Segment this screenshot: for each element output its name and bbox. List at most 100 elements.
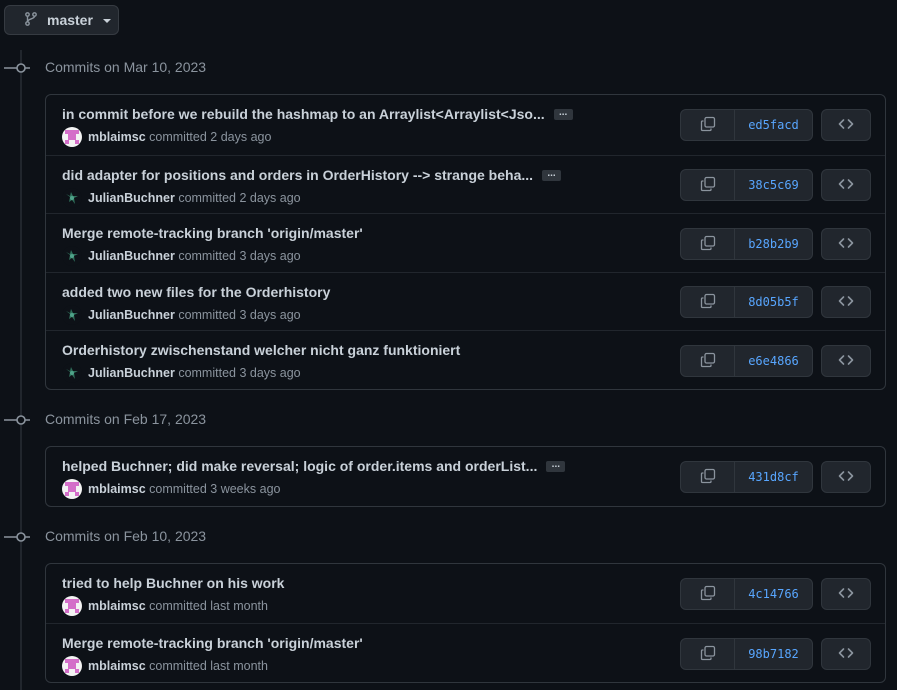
sha-button-group: ed5facd [680,109,813,141]
commit-sha-link[interactable]: 8d05b5f [735,287,812,317]
commit-group-date: Commits on Feb 17, 2023 [45,411,207,427]
commit-time: committed 3 weeks ago [149,482,281,496]
copy-sha-button[interactable] [681,229,735,259]
copy-sha-button[interactable] [681,462,735,492]
copy-sha-button[interactable] [681,170,735,200]
commit-meta-text: JulianBuchner committed 3 days ago [88,366,301,380]
copy-sha-button[interactable] [681,579,735,609]
commit-title-line: Merge remote-tracking branch 'origin/mas… [62,225,363,241]
commit-sha-link[interactable]: b28b2b9 [735,229,812,259]
commit-sha-link[interactable]: e6e4866 [735,346,812,376]
commit-meta-text: mblaimsc committed last month [88,659,268,673]
browse-repo-button[interactable] [821,461,871,493]
code-icon [838,585,854,604]
commit-sha-link[interactable]: 431d8cf [735,462,812,492]
avatar[interactable] [62,305,82,325]
commit-title-line: Merge remote-tracking branch 'origin/mas… [62,635,363,651]
avatar[interactable] [62,596,82,616]
commit-message-link[interactable]: did adapter for positions and orders in … [62,167,533,183]
commit-time: committed 3 days ago [178,366,301,380]
commit-time: committed 2 days ago [178,191,301,205]
browse-repo-button[interactable] [821,109,871,141]
timeline-line [20,50,22,690]
sha-button-group: 8d05b5f [680,286,813,318]
commit-sha-link[interactable]: 98b7182 [735,639,812,669]
commit-message-link[interactable]: added two new files for the Orderhistory [62,284,330,300]
author-link[interactable]: JulianBuchner [88,366,175,380]
copy-sha-button[interactable] [681,346,735,376]
commit-time: committed last month [149,659,268,673]
commit-message-link[interactable]: Merge remote-tracking branch 'origin/mas… [62,635,363,651]
commit-meta: mblaimsc committed last month [62,656,268,676]
expand-message-button[interactable]: ... [542,168,562,181]
browse-repo-button[interactable] [821,286,871,318]
copy-sha-button[interactable] [681,287,735,317]
commit-meta: JulianBuchner committed 3 days ago [62,305,301,325]
browse-repo-button[interactable] [821,638,871,670]
avatar[interactable] [62,363,82,383]
branch-select-button[interactable]: master [4,5,119,35]
author-link[interactable]: mblaimsc [88,130,146,144]
code-icon [838,645,854,664]
commit-sha-link[interactable]: ed5facd [735,110,812,140]
copy-icon [700,468,716,487]
commit-title-line: did adapter for positions and orders in … [62,167,562,183]
commit-title-line: Orderhistory zwischenstand welcher nicht… [62,342,460,358]
branch-name: master [47,12,93,28]
commit-group-box: tried to help Buchner on his work mblaims… [45,563,886,683]
author-link[interactable]: JulianBuchner [88,249,175,263]
sha-button-group: b28b2b9 [680,228,813,260]
avatar[interactable] [62,127,82,147]
commit-group-date: Commits on Mar 10, 2023 [45,59,207,75]
copy-icon [700,352,716,371]
commit-group-header: Commits on Feb 17, 2023 [0,410,400,430]
browse-repo-button[interactable] [821,578,871,610]
author-link[interactable]: JulianBuchner [88,308,175,322]
commit-group-box: helped Buchner; did make reversal; logic… [45,446,886,507]
commit-group-date: Commits on Feb 10, 2023 [45,528,207,544]
commit-meta: JulianBuchner committed 3 days ago [62,246,301,266]
commit-meta: JulianBuchner committed 2 days ago [62,188,301,208]
commit-time: committed 2 days ago [149,130,272,144]
commit-row: Orderhistory zwischenstand welcher nicht… [46,330,885,389]
commit-meta-text: JulianBuchner committed 3 days ago [88,308,301,322]
copy-icon [700,176,716,195]
commit-title-line: tried to help Buchner on his work [62,575,284,591]
avatar[interactable] [62,479,82,499]
commit-row: did adapter for positions and orders in … [46,155,885,213]
commit-message-link[interactable]: tried to help Buchner on his work [62,575,284,591]
copy-icon [700,235,716,254]
commit-row: in commit before we rebuild the hashmap … [46,95,885,155]
commit-row: Merge remote-tracking branch 'origin/mas… [46,623,885,682]
avatar[interactable] [62,656,82,676]
copy-sha-button[interactable] [681,110,735,140]
author-link[interactable]: mblaimsc [88,659,146,673]
browse-repo-button[interactable] [821,345,871,377]
browse-repo-button[interactable] [821,169,871,201]
commit-row: added two new files for the Orderhistory… [46,272,885,330]
copy-sha-button[interactable] [681,639,735,669]
commit-row: helped Buchner; did make reversal; logic… [46,447,885,506]
avatar[interactable] [62,246,82,266]
code-icon [838,116,854,135]
commit-meta-text: JulianBuchner committed 3 days ago [88,249,301,263]
commit-message-link[interactable]: in commit before we rebuild the hashmap … [62,106,545,122]
author-link[interactable]: JulianBuchner [88,191,175,205]
copy-icon [700,116,716,135]
commit-message-link[interactable]: helped Buchner; did make reversal; logic… [62,458,537,474]
commit-sha-link[interactable]: 38c5c69 [735,170,812,200]
author-link[interactable]: mblaimsc [88,482,146,496]
commit-time: committed last month [149,599,268,613]
browse-repo-button[interactable] [821,228,871,260]
copy-icon [700,585,716,604]
copy-icon [700,293,716,312]
commit-sha-link[interactable]: 4c14766 [735,579,812,609]
commit-meta-text: mblaimsc committed 2 days ago [88,130,271,144]
commit-message-link[interactable]: Orderhistory zwischenstand welcher nicht… [62,342,460,358]
commit-message-link[interactable]: Merge remote-tracking branch 'origin/mas… [62,225,363,241]
expand-message-button[interactable]: ... [546,459,566,472]
avatar[interactable] [62,188,82,208]
commit-meta: mblaimsc committed 3 weeks ago [62,479,280,499]
expand-message-button[interactable]: ... [553,107,573,120]
author-link[interactable]: mblaimsc [88,599,146,613]
